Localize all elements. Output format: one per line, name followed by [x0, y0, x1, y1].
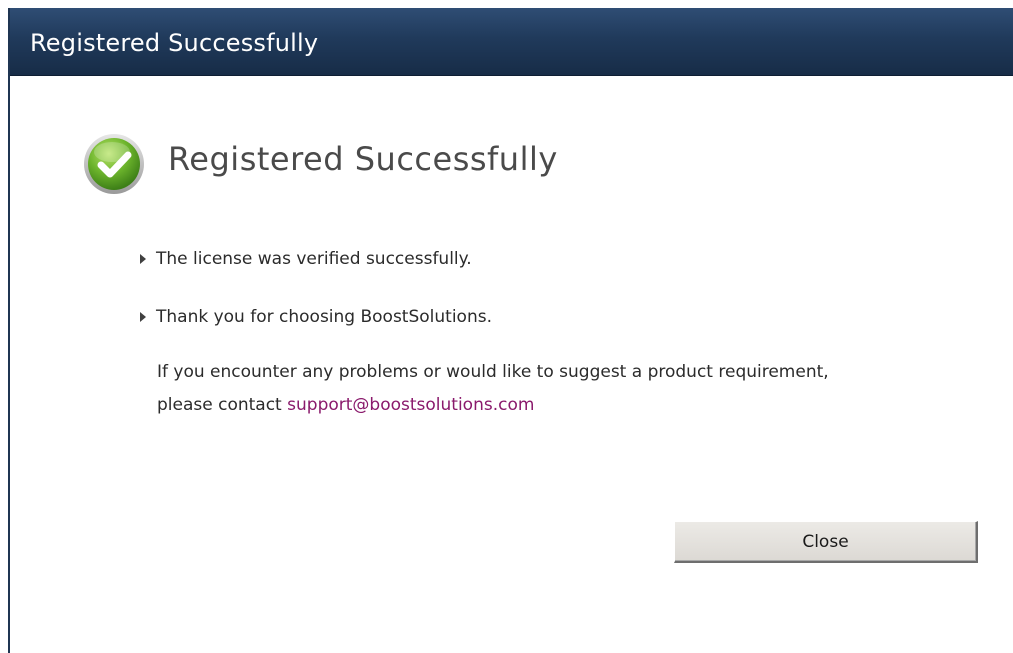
- dialog-title: Registered Successfully: [30, 29, 319, 57]
- bullet-arrow-icon: [140, 254, 146, 264]
- list-item: Thank you for choosing BoostSolutions.: [140, 307, 492, 327]
- check-circle-icon: [84, 134, 144, 194]
- support-email-link[interactable]: support@boostsolutions.com: [287, 395, 534, 415]
- bullet-arrow-icon: [140, 312, 146, 322]
- dialog-title-bar: Registered Successfully: [10, 8, 1013, 76]
- close-button[interactable]: Close: [674, 521, 978, 563]
- support-message-line: If you encounter any problems or would l…: [157, 362, 829, 382]
- contact-prefix: please contact: [157, 395, 288, 415]
- success-heading: Registered Successfully: [168, 140, 558, 178]
- thank-you-text: Thank you for choosing BoostSolutions.: [156, 307, 492, 327]
- support-contact-line: please contact support@boostsolutions.co…: [157, 395, 534, 415]
- list-item: The license was verified successfully.: [140, 249, 472, 269]
- license-verified-text: The license was verified successfully.: [156, 249, 472, 269]
